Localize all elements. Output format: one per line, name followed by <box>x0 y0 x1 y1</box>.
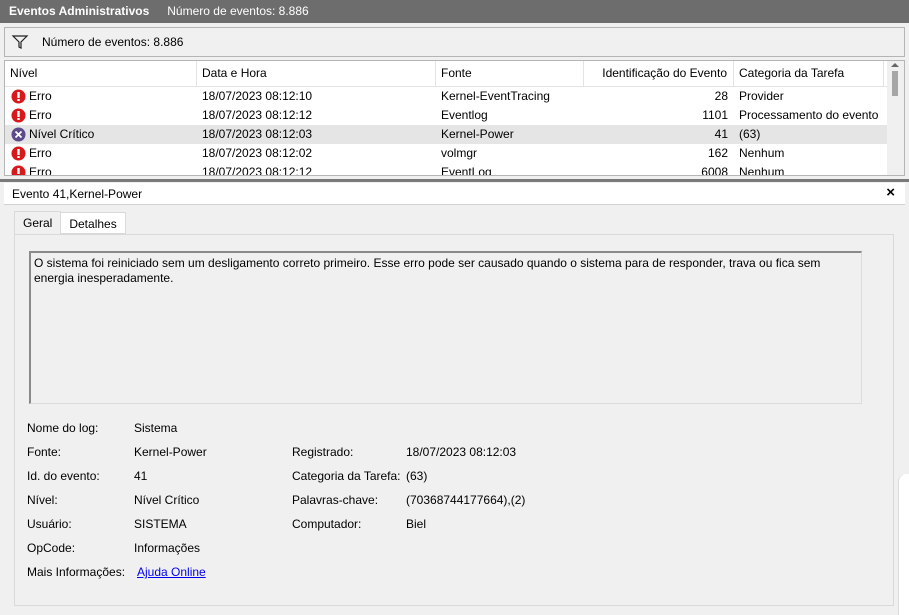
cell-date: 18/07/2023 08:12:12 <box>202 108 313 122</box>
event-id-value: 41 <box>134 469 148 483</box>
level-label: Nível: <box>27 493 58 507</box>
cell-event-id: 1101 <box>702 108 728 122</box>
cell-level: Erro <box>29 89 52 103</box>
cell-date: 18/07/2023 08:12:12 <box>202 165 313 176</box>
keywords-value: (70368744177664),(2) <box>406 493 526 507</box>
cell-task-category: Nenhum <box>739 165 785 176</box>
view-title: Eventos Administrativos <box>9 4 150 18</box>
event-id-label: Id. do evento: <box>27 469 100 483</box>
table-row[interactable]: Erro 18/07/2023 08:12:10 Kernel-EventTraci… <box>5 87 904 106</box>
keywords-label: Palavras-chave: <box>292 493 379 507</box>
computer-label: Computador: <box>292 517 362 531</box>
source-value: Kernel-Power <box>134 445 207 459</box>
level-value: Nível Crítico <box>134 493 200 507</box>
cell-level: Erro <box>29 146 52 160</box>
cell-date: 18/07/2023 08:12:03 <box>202 127 313 141</box>
cell-source: Eventlog <box>441 108 488 122</box>
opcode-value: Informações <box>134 541 201 555</box>
detail-tabs: Geral Detalhes <box>14 211 126 235</box>
events-table: Nível Data e Hora Fonte Identificação do… <box>4 60 905 176</box>
table-header: Nível Data e Hora Fonte Identificação do… <box>5 61 904 87</box>
column-header-source[interactable]: Fonte <box>436 61 584 86</box>
event-description[interactable]: O sistema foi reiniciado sem um desligam… <box>29 251 862 404</box>
computer-value: Biel <box>406 517 427 531</box>
detail-header: Evento 41,Kernel-Power <box>4 183 905 205</box>
cell-date: 18/07/2023 08:12:10 <box>202 89 313 103</box>
cell-task-category: Provider <box>739 89 784 103</box>
filter-bar: Número de eventos: 8.886 <box>4 27 905 57</box>
table-body: Erro 18/07/2023 08:12:10 Kernel-EventTraci… <box>5 87 904 176</box>
scrollbar-thumb[interactable] <box>892 71 898 96</box>
task-category-label: Categoria da Tarefa: <box>292 469 401 483</box>
cell-task-category: (63) <box>739 127 761 141</box>
user-value: SISTEMA <box>134 517 187 531</box>
cell-event-id: 6008 <box>701 165 728 176</box>
logged-value: 18/07/2023 08:12:03 <box>406 445 517 459</box>
side-panel-edge <box>898 474 909 615</box>
cell-event-id: 162 <box>707 146 728 160</box>
cell-date: 18/07/2023 08:12:02 <box>202 146 313 160</box>
filter-event-count: Número de eventos: 8.886 <box>42 35 184 49</box>
tab-details[interactable]: Detalhes <box>61 212 126 234</box>
cell-source: volmgr <box>441 146 478 160</box>
log-name-label: Nome do log: <box>27 421 99 435</box>
table-row[interactable]: Erro 18/07/2023 08:12:12 Eventlog 1101 Proce… <box>5 106 904 125</box>
online-help-link[interactable]: Ajuda Online <box>137 565 206 579</box>
cell-event-id: 28 <box>714 89 728 103</box>
cell-source: Kernel-Power <box>441 127 514 141</box>
funnel-icon[interactable] <box>11 34 29 50</box>
table-row[interactable]: Erro 18/07/2023 08:12:02 volmgr 162 Nenhum <box>5 144 904 163</box>
column-header-event-id[interactable]: Identificação do Evento <box>584 61 734 86</box>
cell-level: Erro <box>29 108 52 122</box>
user-label: Usuário: <box>27 517 72 531</box>
close-icon[interactable]: × <box>886 185 895 201</box>
logged-label: Registrado: <box>292 445 354 459</box>
column-header-task-category[interactable]: Categoria da Tarefa <box>734 61 884 86</box>
task-category-value: (63) <box>406 469 428 483</box>
pane-splitter[interactable] <box>0 179 909 182</box>
cell-level: Nível Crítico <box>29 127 95 141</box>
opcode-label: OpCode: <box>27 541 76 555</box>
scroll-up-icon[interactable] <box>891 63 899 67</box>
table-row[interactable]: Nível Crítico 18/07/2023 08:12:03 Kernel-P… <box>5 125 904 144</box>
tab-general[interactable]: Geral <box>14 211 62 235</box>
cell-task-category: Nenhum <box>739 146 785 160</box>
column-header-level[interactable]: Nível <box>5 61 197 86</box>
title-event-count: Número de eventos: 8.886 <box>167 4 309 18</box>
table-row[interactable]: Erro 18/07/2023 08:12:12 EventLog 6008 Nenhu… <box>5 163 904 176</box>
cell-source: EventLog <box>441 165 492 176</box>
source-label: Fonte: <box>27 445 62 459</box>
cell-event-id: 41 <box>714 127 728 141</box>
vertical-scrollbar[interactable] <box>887 61 904 175</box>
cell-source: Kernel-EventTracing <box>441 89 550 103</box>
cell-task-category: Processamento do evento <box>739 108 879 122</box>
cell-level: Erro <box>29 165 52 176</box>
log-name-value: Sistema <box>134 421 178 435</box>
title-bar: Eventos Administrativos Número de evento… <box>0 0 909 23</box>
more-info-label: Mais Informações: <box>27 565 126 579</box>
column-header-date[interactable]: Data e Hora <box>197 61 436 86</box>
